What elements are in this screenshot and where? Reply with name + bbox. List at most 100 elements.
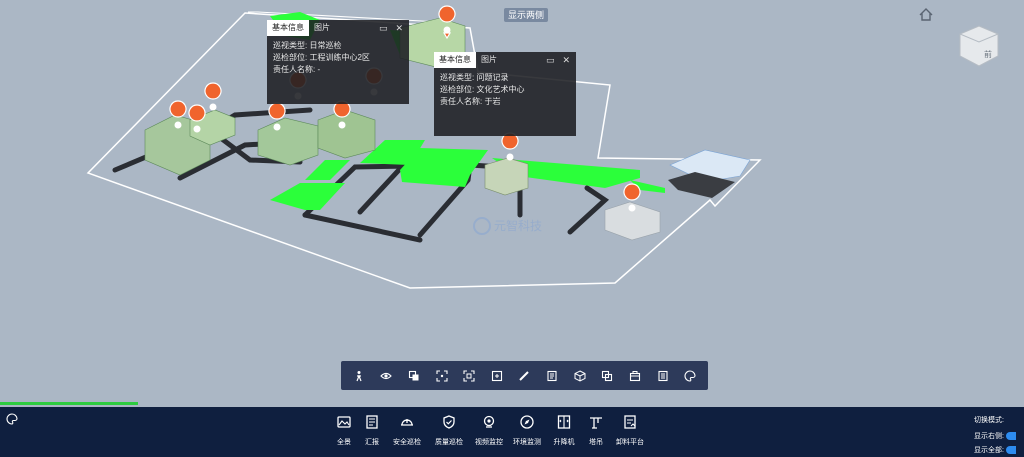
layers-icon[interactable]	[406, 368, 422, 384]
palette-icon[interactable]	[682, 368, 698, 384]
tab-images[interactable]: 图片	[476, 52, 502, 68]
tab-images[interactable]: 图片	[309, 20, 335, 36]
field-value: 文化艺术中心	[476, 85, 525, 94]
popup-tabs: 基本信息 图片 ▭ ✕	[434, 52, 576, 68]
frame-select-icon[interactable]	[461, 368, 477, 384]
show-all-label: 显示全部:	[974, 447, 1004, 454]
copy-icon[interactable]	[599, 368, 615, 384]
close-icon[interactable]: ✕	[562, 52, 570, 68]
nav-safety-inspection[interactable]: 安全巡检	[386, 413, 428, 447]
popup-tabs: 基本信息 图片 ▭ ✕	[267, 20, 409, 36]
theme-palette-icon[interactable]	[6, 413, 18, 425]
nav-elevator[interactable]: 升降机	[546, 413, 582, 447]
nav-label: 环境监测	[513, 439, 541, 446]
show-all-row: 显示全部:	[974, 443, 1024, 457]
nav-label: 卸料平台	[616, 439, 644, 446]
nav-unloading-platform[interactable]: 卸料平台	[610, 413, 650, 447]
nav-report[interactable]: 汇报	[358, 413, 386, 447]
inspection-marker	[501, 132, 519, 161]
popup-row: 巡检部位: 工程训练中心2区	[273, 52, 403, 64]
walk-icon[interactable]	[351, 368, 367, 384]
doc-icon[interactable]	[544, 368, 560, 384]
show-right-toggle[interactable]	[1005, 432, 1016, 440]
show-right-row: 显示右侧:	[974, 429, 1024, 443]
tower-crane-icon	[587, 413, 605, 431]
nav-label: 塔吊	[589, 439, 603, 446]
info-popup-1: 基本信息 图片 ▭ ✕ 巡视类型: 日常巡检 巡检部位: 工程训练中心2区 责任…	[267, 20, 409, 104]
building	[484, 157, 529, 196]
cube-icon[interactable]	[572, 368, 588, 384]
nav-cube-face-label: 前	[984, 49, 992, 59]
switch-mode-row: 切换模式:	[974, 413, 1024, 427]
view-toolbar	[341, 361, 708, 390]
nav-label: 质量巡检	[435, 439, 463, 446]
nav-cube[interactable]: 前	[958, 24, 1000, 68]
nav-tower-crane[interactable]: 塔吊	[582, 413, 610, 447]
popup-body: 巡视类型: 问题记录 巡检部位: 文化艺术中心 责任人名称: 于岩	[434, 68, 576, 112]
field-label: 责任人名称:	[273, 65, 316, 74]
package-icon[interactable]	[627, 368, 643, 384]
building	[257, 117, 319, 166]
tab-basic-info[interactable]: 基本信息	[267, 20, 309, 36]
platform-icon	[621, 413, 639, 431]
bottom-nav-bar: 全景 汇报 安全巡检 质量巡检 视频监控 环境监测 升降机 塔吊 卸料平台 切换…	[0, 407, 1024, 457]
field-value: 工程训练中心2区	[309, 53, 370, 62]
focus-icon[interactable]	[434, 368, 450, 384]
helmet-icon	[398, 413, 416, 431]
loading-progress-bar	[0, 402, 138, 405]
report-icon	[363, 413, 381, 431]
3d-viewport[interactable]: 元智科技 显示两侧 前 基本信息 图片 ▭ ✕ 巡视类型: 日常巡检 巡检部位:…	[0, 0, 1024, 407]
show-all-toggle[interactable]	[1005, 446, 1016, 454]
eye-icon[interactable]	[378, 368, 394, 384]
watermark-logo	[473, 217, 491, 235]
building	[317, 109, 376, 159]
green-area	[270, 183, 345, 210]
road	[302, 212, 423, 243]
popup-body: 巡视类型: 日常巡检 巡检部位: 工程训练中心2区 责任人名称: -	[267, 36, 409, 80]
module-nav: 全景 汇报 安全巡检 质量巡检 视频监控 环境监测 升降机 塔吊 卸料平台	[330, 413, 650, 447]
popup-row: 巡检部位: 文化艺术中心	[440, 84, 570, 96]
road	[567, 185, 610, 235]
field-value: -	[317, 65, 321, 74]
nav-video-monitoring[interactable]: 视频监控	[470, 413, 508, 447]
nav-label: 升降机	[553, 439, 575, 446]
list-icon[interactable]	[655, 368, 671, 384]
field-value: 于岩	[484, 97, 501, 106]
compass-icon	[518, 413, 536, 431]
shield-check-icon	[440, 413, 458, 431]
watermark-text: 元智科技	[494, 218, 542, 233]
field-label: 巡检部位:	[440, 85, 475, 94]
box-select-icon[interactable]	[489, 368, 505, 384]
close-icon[interactable]: ✕	[395, 20, 403, 36]
nav-panorama[interactable]: 全景	[330, 413, 358, 447]
tab-basic-info[interactable]: 基本信息	[434, 52, 476, 68]
comment-icon[interactable]: ▭	[546, 52, 555, 68]
field-label: 巡视类型:	[273, 41, 308, 50]
show-right-label: 显示右侧:	[974, 433, 1004, 440]
nav-label: 视频监控	[475, 439, 503, 446]
popup-row: 责任人名称: -	[273, 64, 403, 76]
camera-icon	[480, 413, 498, 431]
panorama-icon	[335, 413, 353, 431]
loading-progress-fill	[0, 402, 138, 405]
field-value: 日常巡检	[309, 41, 342, 50]
info-popup-2: 基本信息 图片 ▭ ✕ 巡视类型: 问题记录 巡检部位: 文化艺术中心 责任人名…	[434, 52, 576, 136]
nav-environment-monitoring[interactable]: 环境监测	[508, 413, 546, 447]
nav-label: 全景	[337, 439, 351, 446]
field-label: 责任人名称:	[440, 97, 483, 106]
switch-mode-label: 切换模式:	[974, 417, 1004, 424]
comment-icon[interactable]: ▭	[379, 20, 388, 36]
display-both-sides-button[interactable]: 显示两侧	[504, 8, 549, 22]
field-label: 巡检部位:	[273, 53, 308, 62]
popup-row: 巡视类型: 问题记录	[440, 72, 570, 84]
ruler-icon[interactable]	[516, 368, 532, 384]
nav-label: 安全巡检	[393, 439, 421, 446]
field-value: 问题记录	[476, 73, 509, 82]
home-icon[interactable]	[919, 8, 933, 21]
inspection-marker	[204, 82, 222, 111]
popup-row: 巡视类型: 日常巡检	[273, 40, 403, 52]
field-label: 巡视类型:	[440, 73, 475, 82]
nav-label: 汇报	[365, 439, 379, 446]
right-options: 切换模式: 显示右侧: 显示全部:	[974, 413, 1024, 457]
nav-quality-inspection[interactable]: 质量巡检	[428, 413, 470, 447]
